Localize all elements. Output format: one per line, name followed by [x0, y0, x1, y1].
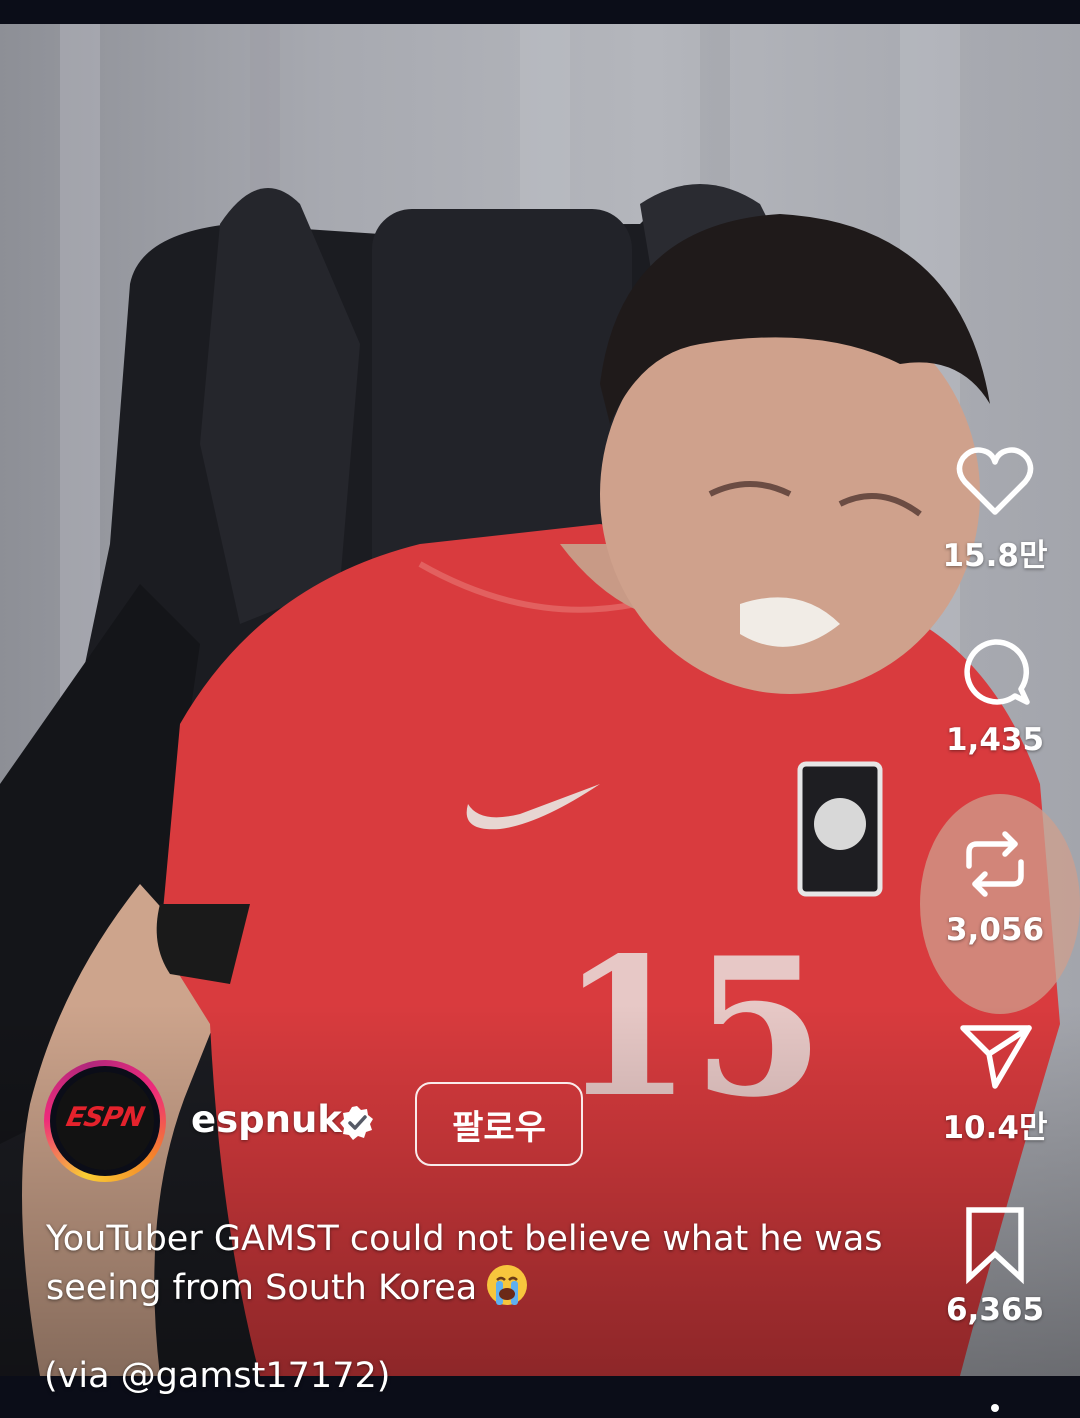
loudly-crying-face-icon: [487, 1265, 528, 1305]
follow-button[interactable]: 팔로우: [415, 1082, 583, 1166]
caption-line-2: seeing from South Korea: [46, 1263, 936, 1312]
bookmark-icon[interactable]: [953, 1202, 1037, 1286]
repost-action[interactable]: 3,056: [930, 822, 1060, 948]
send-icon[interactable]: [953, 1012, 1037, 1096]
comment-bubble-icon[interactable]: [953, 632, 1037, 716]
repost-count: 3,056: [945, 912, 1045, 948]
caption-via: (via @gamst17172): [44, 1356, 390, 1396]
verified-badge-icon: [340, 1106, 373, 1140]
author-username[interactable]: espnuk: [191, 1098, 342, 1141]
threads-icon: @: [120, 1356, 156, 1396]
like-action[interactable]: 15.8만: [930, 440, 1060, 575]
status-bar-strip: [0, 0, 1080, 24]
comment-count: 1,435: [945, 722, 1045, 758]
avatar-image[interactable]: ESPN: [56, 1072, 154, 1170]
comment-action[interactable]: 1,435: [930, 632, 1060, 758]
caption-line-1: YouTuber GAMST could not believe what he…: [46, 1219, 883, 1259]
heart-icon[interactable]: [953, 440, 1037, 524]
via-prefix: (via: [44, 1356, 121, 1396]
save-action[interactable]: 6,365: [930, 1202, 1060, 1328]
save-count: 6,365: [945, 1292, 1045, 1328]
caption-line-2-text: seeing from South Korea: [46, 1268, 478, 1308]
repost-icon[interactable]: [953, 822, 1037, 906]
share-count: 10.4만: [942, 1110, 1048, 1146]
reel-video[interactable]: 15: [0, 24, 1080, 1376]
espn-logo: ESPN: [63, 1102, 147, 1133]
video-frame-illustration: 15: [0, 24, 1080, 1376]
more-indicator-dot: [991, 1404, 999, 1412]
post-caption[interactable]: YouTuber GAMST could not believe what he…: [46, 1216, 936, 1312]
via-handle-link[interactable]: gamst17172: [156, 1356, 377, 1396]
share-action[interactable]: 10.4만: [930, 1012, 1060, 1147]
like-count: 15.8만: [942, 538, 1048, 574]
via-suffix: ): [376, 1356, 391, 1396]
